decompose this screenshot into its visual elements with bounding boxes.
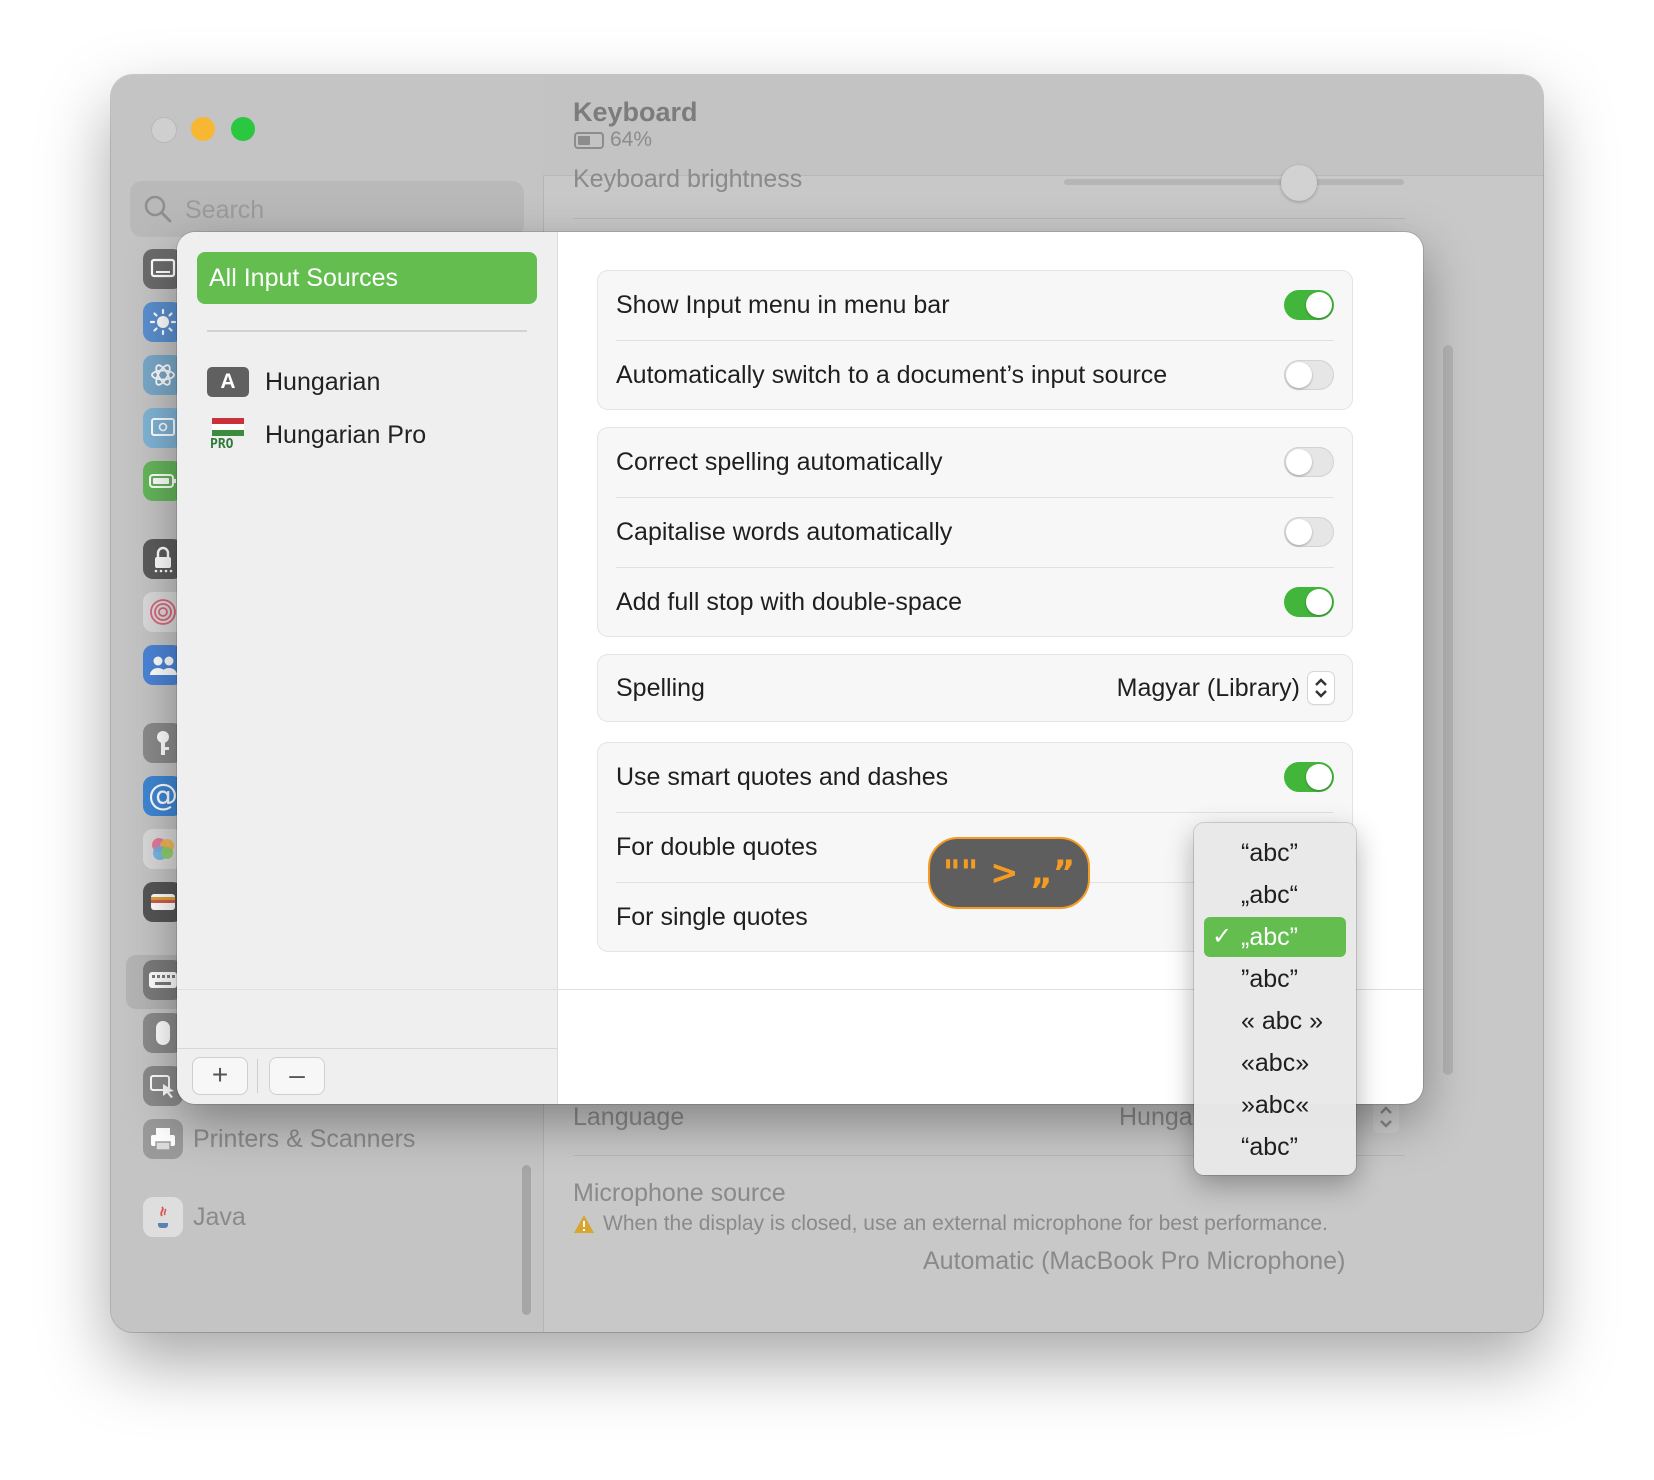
smart-quotes-label: Use smart quotes and dashes xyxy=(616,762,949,791)
menu-item[interactable]: “abc” xyxy=(1204,833,1346,873)
zoom-window-button[interactable] xyxy=(231,117,255,141)
smart-quotes-toggle[interactable] xyxy=(1284,762,1334,792)
keyboard-brightness-slider[interactable] xyxy=(1064,179,1404,185)
chevron-up-down-icon xyxy=(1308,672,1334,704)
spelling-popup[interactable]: Magyar (Library) xyxy=(1117,672,1334,704)
setting-row: Capitalise words automatically xyxy=(597,497,1353,567)
divider xyxy=(573,218,1405,219)
sidebar-item-label: Printers & Scanners xyxy=(193,1124,416,1153)
microphone-source-value[interactable]: Automatic (MacBook Pro Microphone) xyxy=(923,1247,1345,1276)
input-source-hungarian[interactable]: A Hungarian xyxy=(207,367,380,397)
battery-status: 64% xyxy=(574,128,652,152)
battery-level-icon xyxy=(574,131,604,149)
sidebar-item-label: Java xyxy=(193,1202,246,1231)
menu-item[interactable]: »abc« xyxy=(1204,1085,1346,1125)
divider xyxy=(207,330,527,332)
search-field[interactable]: Search xyxy=(130,181,524,237)
sidebar-item-java[interactable]: Java xyxy=(143,1197,246,1237)
printer-icon xyxy=(143,1119,183,1159)
language-label: Language xyxy=(573,1103,685,1131)
add-input-source-button[interactable]: + xyxy=(193,1058,247,1094)
battery-percent: 64% xyxy=(610,128,653,151)
search-icon xyxy=(144,195,172,223)
correct-spelling-label: Correct spelling automatically xyxy=(616,447,943,476)
keyboard-brightness-slider-knob[interactable] xyxy=(1281,165,1317,201)
spelling-label: Spelling xyxy=(616,673,705,702)
double-quotes-menu: “abc” „abc“ ✓ „abc” ”abc” « abc » «abc» … xyxy=(1194,823,1356,1175)
microphone-warning: When the display is closed, use an exter… xyxy=(573,1212,1328,1236)
java-icon xyxy=(143,1197,183,1237)
input-source-label: Hungarian Pro xyxy=(265,420,427,449)
main-scrollbar[interactable] xyxy=(1443,345,1453,1075)
keyboard-brightness-label: Keyboard brightness xyxy=(573,165,803,193)
all-input-sources-item[interactable]: All Input Sources xyxy=(197,252,537,304)
menu-item-label: „abc” xyxy=(1241,923,1298,951)
input-source-a-icon: A xyxy=(207,367,249,397)
setting-row: Use smart quotes and dashes xyxy=(597,742,1353,812)
setting-row: Add full stop with double-space xyxy=(597,567,1353,637)
hungarian-flag-icon: PRO xyxy=(207,418,249,452)
search-placeholder: Search xyxy=(185,196,265,224)
page-title: Keyboard xyxy=(573,97,698,127)
show-input-menu-label: Show Input menu in menu bar xyxy=(616,290,950,319)
input-sources-list: All Input Sources A Hungarian PRO Hungar… xyxy=(177,232,558,1104)
auto-switch-source-toggle[interactable] xyxy=(1284,360,1334,390)
minimize-window-button[interactable] xyxy=(191,117,215,141)
sidebar-item-printers[interactable]: Printers & Scanners xyxy=(143,1119,415,1159)
setting-row: Show Input menu in menu bar xyxy=(597,270,1353,340)
auto-switch-source-label: Automatically switch to a document’s inp… xyxy=(616,360,1168,389)
list-controls: + – xyxy=(177,1048,557,1104)
close-window-button[interactable] xyxy=(151,117,177,143)
menu-item[interactable]: «abc» xyxy=(1204,1043,1346,1083)
setting-row: Automatically switch to a document’s inp… xyxy=(597,340,1353,410)
menu-item[interactable]: ”abc” xyxy=(1204,959,1346,999)
capitalise-words-toggle[interactable] xyxy=(1284,517,1334,547)
capitalise-words-label: Capitalise words automatically xyxy=(616,517,953,546)
pro-badge: PRO xyxy=(210,437,234,452)
full-stop-label: Add full stop with double-space xyxy=(616,587,963,616)
sidebar-scrollbar[interactable] xyxy=(522,1165,531,1315)
language-stepper[interactable] xyxy=(1373,1101,1399,1133)
divider xyxy=(257,1059,258,1093)
input-source-label: Hungarian xyxy=(265,367,381,396)
microphone-warning-text: When the display is closed, use an exter… xyxy=(603,1212,1328,1235)
correct-spelling-toggle[interactable] xyxy=(1284,447,1334,477)
quote-change-annotation: "" > „” xyxy=(928,837,1090,909)
menu-item-selected[interactable]: ✓ „abc” xyxy=(1204,917,1346,957)
show-input-menu-toggle[interactable] xyxy=(1284,290,1334,320)
spelling-value: Magyar (Library) xyxy=(1116,673,1300,702)
full-stop-toggle[interactable] xyxy=(1284,587,1334,617)
menu-item[interactable]: „abc“ xyxy=(1204,875,1346,915)
remove-input-source-button[interactable]: – xyxy=(270,1058,324,1094)
language-value[interactable]: Hunga xyxy=(1119,1103,1193,1132)
input-source-hungarian-pro[interactable]: PRO Hungarian Pro xyxy=(207,418,426,452)
setting-row: Correct spelling automatically xyxy=(597,427,1353,497)
double-quotes-label: For double quotes xyxy=(616,832,818,861)
setting-row: Spelling Magyar (Library) xyxy=(597,654,1353,722)
microphone-source-label: Microphone source xyxy=(573,1179,786,1207)
input-menu-group: Show Input menu in menu bar Automaticall… xyxy=(597,270,1353,410)
single-quotes-label: For single quotes xyxy=(616,902,808,931)
menu-item[interactable]: « abc » xyxy=(1204,1001,1346,1041)
checkmark-icon: ✓ xyxy=(1212,923,1233,950)
text-correction-group: Correct spelling automatically Capitalis… xyxy=(597,427,1353,637)
menu-item[interactable]: “abc” xyxy=(1204,1127,1346,1167)
spelling-group: Spelling Magyar (Library) xyxy=(597,654,1353,722)
warning-icon xyxy=(574,1215,594,1233)
